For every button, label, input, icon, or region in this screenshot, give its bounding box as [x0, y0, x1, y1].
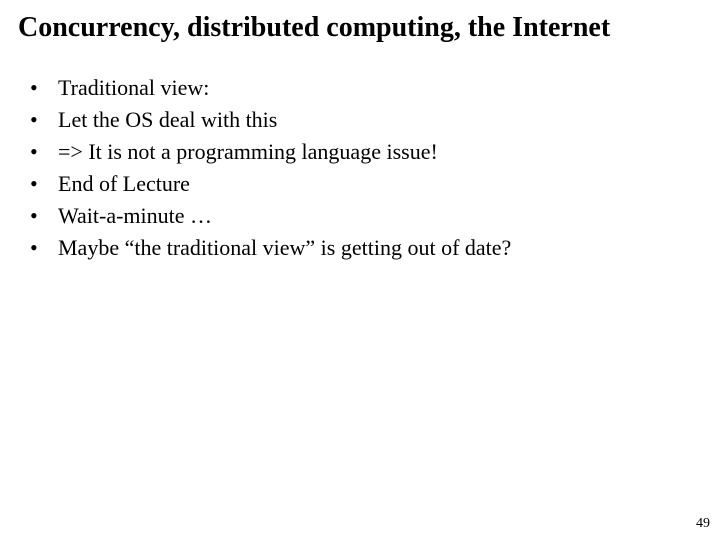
list-item: • Wait-a-minute …: [30, 200, 702, 232]
list-item: • => It is not a programming language is…: [30, 136, 702, 168]
page-number: 49: [696, 516, 710, 532]
bullet-text: Maybe “the traditional view” is getting …: [58, 232, 511, 264]
bullet-text: Wait-a-minute …: [58, 200, 212, 232]
bullet-text: => It is not a programming language issu…: [58, 136, 438, 168]
list-item: • Let the OS deal with this: [30, 104, 702, 136]
bullet-icon: •: [30, 136, 58, 168]
bullet-text: Traditional view:: [58, 72, 209, 104]
bullet-list: • Traditional view: • Let the OS deal wi…: [18, 72, 702, 263]
bullet-icon: •: [30, 232, 58, 264]
slide-title: Concurrency, distributed computing, the …: [18, 12, 702, 44]
list-item: • End of Lecture: [30, 168, 702, 200]
bullet-text: End of Lecture: [58, 168, 190, 200]
bullet-icon: •: [30, 72, 58, 104]
bullet-text: Let the OS deal with this: [58, 104, 277, 136]
bullet-icon: •: [30, 200, 58, 232]
bullet-icon: •: [30, 104, 58, 136]
slide: Concurrency, distributed computing, the …: [0, 0, 720, 540]
list-item: • Traditional view:: [30, 72, 702, 104]
bullet-icon: •: [30, 168, 58, 200]
list-item: • Maybe “the traditional view” is gettin…: [30, 232, 702, 264]
